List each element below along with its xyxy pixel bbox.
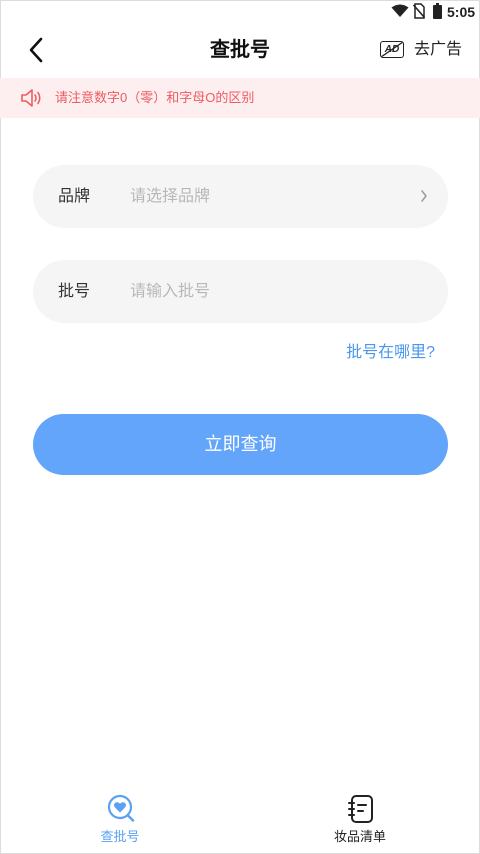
no-sim-icon xyxy=(413,3,425,19)
wifi-icon xyxy=(391,4,409,17)
tab-cosmetics-list[interactable]: 妆品清单 xyxy=(300,792,420,848)
search-heart-icon xyxy=(107,794,135,822)
notice-bar: 请注意数字0（零）和字母O的区别 xyxy=(0,78,480,118)
chevron-right-icon xyxy=(421,190,427,202)
ad-off-icon[interactable]: AD xyxy=(380,41,404,58)
brand-label: 品牌 xyxy=(58,188,91,205)
page-title: 查批号 xyxy=(210,39,270,61)
query-button[interactable]: 立即查询 xyxy=(33,414,448,475)
tab-cosmetics-list-label: 妆品清单 xyxy=(333,829,386,844)
speaker-icon xyxy=(21,89,41,107)
remove-ads-button[interactable]: 去广告 xyxy=(414,39,462,61)
batch-help-link[interactable]: 批号在哪里? xyxy=(346,341,435,365)
batch-field[interactable]: 批号 xyxy=(33,260,448,323)
brand-input[interactable] xyxy=(130,165,400,228)
notice-text: 请注意数字0（零）和字母O的区别 xyxy=(55,90,255,105)
tab-check-batch-label: 查批号 xyxy=(100,829,140,844)
status-time: 5:05 xyxy=(447,4,476,20)
brand-select[interactable]: 品牌 xyxy=(33,165,448,228)
battery-icon xyxy=(433,3,442,19)
notebook-icon xyxy=(348,795,373,823)
batch-input[interactable] xyxy=(130,260,400,323)
tab-check-batch[interactable]: 查批号 xyxy=(60,792,180,848)
batch-label: 批号 xyxy=(58,283,91,300)
app-screen: 5:05 查批号 AD 去广告 请注意数字0（零）和字母O的区别 品牌 批号 批… xyxy=(0,0,480,854)
